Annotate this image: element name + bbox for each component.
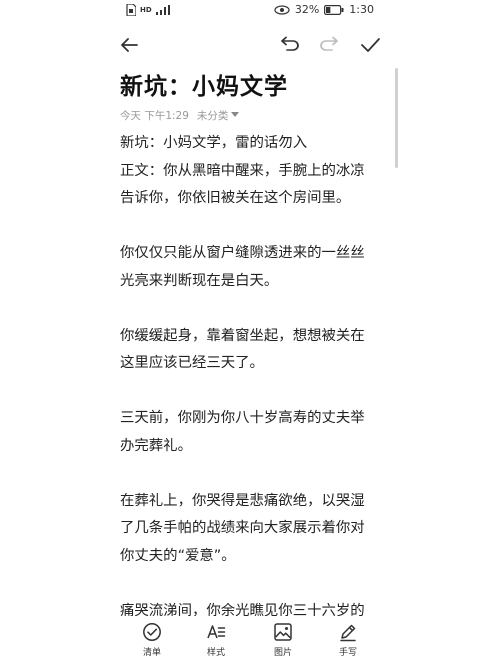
status-left: HD xyxy=(126,4,170,16)
style-label: 样式 xyxy=(206,648,225,658)
category-label: 未分类 xyxy=(196,109,229,122)
status-bar: HD 32% 1:30 xyxy=(0,0,500,24)
text-style-icon xyxy=(207,625,226,639)
scrollbar[interactable] xyxy=(395,68,398,168)
back-arrow-icon[interactable] xyxy=(118,34,140,56)
note-title[interactable]: 新坑：小妈文学 xyxy=(120,67,288,101)
check-icon[interactable] xyxy=(359,34,381,56)
note-meta: 今天 下午1:29 未分类 xyxy=(120,107,240,123)
handwrite-button[interactable]: 手写 xyxy=(328,622,368,658)
clock-time: 1:30 xyxy=(349,3,374,16)
checklist-button[interactable]: 清单 xyxy=(132,622,172,658)
redo-icon[interactable] xyxy=(318,34,340,56)
editor-toolbar xyxy=(0,30,500,60)
checklist-label: 清单 xyxy=(142,648,161,658)
undo-icon[interactable] xyxy=(279,34,301,56)
battery-icon xyxy=(324,4,344,15)
handwrite-label: 手写 xyxy=(338,648,357,658)
network-type-label: HD xyxy=(140,6,152,14)
category-dropdown[interactable]: 未分类 xyxy=(197,108,240,123)
note-body[interactable]: 新坑：小妈文学，雷的话勿入 正文：你从黑暗中醒来，手腕上的冰凉 告诉你，你依旧被… xyxy=(120,130,390,625)
note-date: 今天 下午1:29 xyxy=(120,109,189,122)
battery-percent: 32% xyxy=(294,3,320,16)
eye-comfort-icon xyxy=(274,4,290,15)
image-button[interactable]: 图片 xyxy=(263,622,303,658)
style-button[interactable]: 样式 xyxy=(196,622,236,658)
caret-down-icon xyxy=(231,112,240,117)
sim-card-icon xyxy=(126,4,136,16)
image-icon xyxy=(274,623,292,641)
checklist-icon xyxy=(143,623,161,641)
status-right: 32% 1:30 xyxy=(274,3,374,16)
bottom-toolbar: 清单 样式 图片 手写 xyxy=(0,616,500,666)
image-label: 图片 xyxy=(273,648,292,658)
signal-strength-icon xyxy=(155,5,170,15)
pen-icon xyxy=(340,624,356,642)
